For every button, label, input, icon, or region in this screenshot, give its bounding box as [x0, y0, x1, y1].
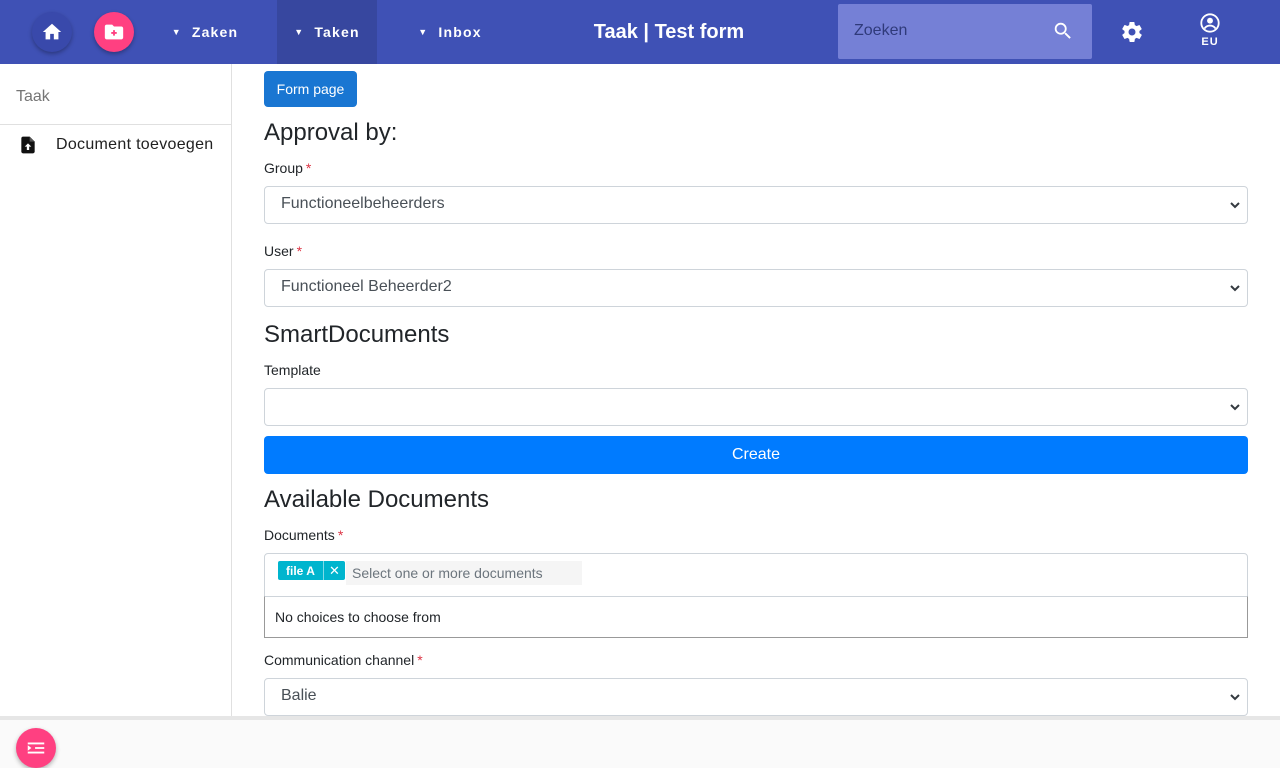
sidebar-item-label: Document toevoegen	[56, 136, 214, 153]
menu-open-icon	[27, 742, 45, 754]
channel-label-text: Communication channel	[264, 652, 415, 668]
channel-select[interactable]: Balie	[264, 678, 1248, 716]
user-menu[interactable]: EU	[1192, 12, 1228, 54]
menu-taken-label: Taken	[314, 24, 360, 40]
document-tag: file A ✕	[278, 561, 345, 580]
menu-zaken[interactable]: ▼ Zaken	[150, 0, 260, 64]
group-select[interactable]: Functioneelbeheerders	[264, 186, 1248, 224]
sidebar: Taak Document toevoegen	[0, 64, 232, 768]
channel-label: Communication channel *	[264, 652, 423, 668]
toggle-sidebar-button[interactable]	[16, 728, 56, 768]
chevron-down-icon	[1230, 694, 1240, 701]
create-button[interactable]: Create	[264, 436, 1248, 474]
group-select-value: Functioneelbeheerders	[281, 195, 445, 212]
chevron-down-icon	[1230, 285, 1240, 292]
top-toolbar: ▼ Zaken ▼ Taken ▼ Inbox Taak | Test form Zo…	[0, 0, 1280, 64]
menu-inbox[interactable]: ▼ Inbox	[395, 0, 505, 64]
user-initials: EU	[1201, 36, 1219, 48]
gear-icon[interactable]	[1120, 20, 1144, 44]
dropdown-empty-message: No choices to choose from	[264, 596, 1248, 638]
template-label: Template	[264, 362, 321, 378]
chevron-down-icon	[1230, 202, 1240, 209]
horizontal-scrollbar[interactable]	[0, 716, 1280, 720]
form-page-button[interactable]: Form page	[264, 71, 357, 107]
sidebar-item-document-toevoegen[interactable]: Document toevoegen	[0, 125, 231, 165]
caret-down-icon: ▼	[418, 27, 429, 37]
documents-label-text: Documents	[264, 527, 335, 543]
task-form: Form page Approval by: Group * Functionee…	[232, 64, 1280, 720]
documents-search-input[interactable]: Select one or more documents	[346, 561, 582, 585]
required-mark: *	[296, 243, 303, 259]
required-mark: *	[337, 527, 344, 543]
group-label-text: Group	[264, 160, 303, 176]
template-select[interactable]	[264, 388, 1248, 426]
remove-tag-icon[interactable]: ✕	[322, 561, 345, 580]
required-mark: *	[305, 160, 312, 176]
create-case-button[interactable]	[94, 12, 134, 52]
user-select-value: Functioneel Beheerder2	[281, 278, 452, 295]
smartdocuments-heading: SmartDocuments	[264, 321, 450, 348]
approval-heading: Approval by:	[264, 119, 398, 146]
page-title: Taak | Test form	[593, 20, 745, 43]
folder-add-icon	[104, 24, 124, 40]
documents-label: Documents *	[264, 527, 343, 543]
home-button[interactable]	[32, 12, 72, 52]
available-documents-heading: Available Documents	[264, 486, 490, 513]
upload-file-icon	[21, 136, 35, 154]
menu-zaken-label: Zaken	[191, 24, 239, 40]
required-mark: *	[417, 652, 423, 668]
search-icon[interactable]	[1052, 20, 1074, 42]
menu-inbox-label: Inbox	[438, 24, 482, 40]
chevron-down-icon	[1230, 404, 1240, 411]
group-label: Group *	[264, 160, 311, 176]
user-select[interactable]: Functioneel Beheerder2	[264, 269, 1248, 307]
account-circle-icon	[1200, 13, 1220, 33]
caret-down-icon: ▼	[294, 27, 305, 37]
document-tag-label: file A	[286, 563, 315, 578]
documents-multiselect[interactable]: file A ✕ Select one or more documents	[264, 553, 1248, 597]
user-label-text: User	[264, 243, 294, 259]
search-field[interactable]: Zoeken	[838, 4, 1092, 59]
channel-select-value: Balie	[281, 687, 317, 704]
user-label: User *	[264, 243, 302, 259]
search-input[interactable]: Zoeken	[854, 22, 907, 40]
home-icon	[42, 23, 62, 40]
sidebar-title: Taak	[0, 64, 231, 125]
caret-down-icon: ▼	[171, 27, 182, 37]
menu-taken[interactable]: ▼ Taken	[277, 0, 377, 64]
